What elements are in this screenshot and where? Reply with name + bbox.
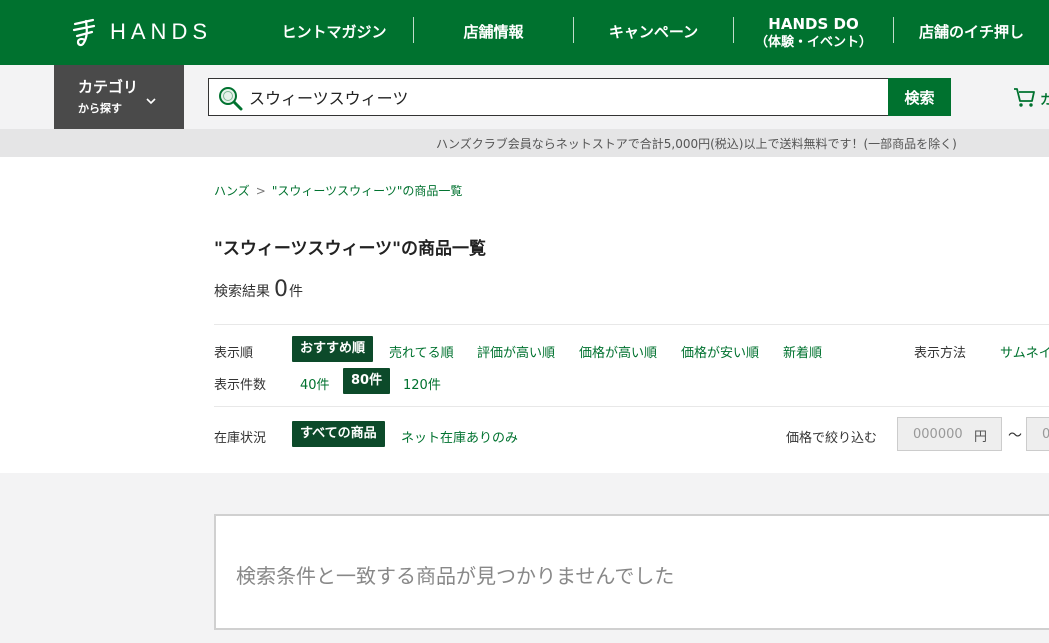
display-method-label: 表示方法 bbox=[914, 346, 967, 361]
sort-option-price-high[interactable]: 価格が高い順 bbox=[579, 342, 657, 361]
nav-sublabel: （体験・イベント） bbox=[754, 34, 872, 50]
search-row: カテゴリ から探す 検索 カ bbox=[0, 65, 1049, 129]
category-sublabel: から探す bbox=[78, 102, 122, 115]
stock-label: 在庫状況 bbox=[214, 431, 267, 446]
hands-logo-mark-icon bbox=[72, 18, 96, 47]
chevron-down-icon bbox=[146, 98, 156, 105]
divider bbox=[214, 324, 1049, 325]
search-icon bbox=[219, 87, 243, 111]
shipping-notice-bar: ハンズクラブ会員ならネットストアで合計5,000円(税込)以上で送料無料です！(… bbox=[0, 129, 1049, 157]
result-label: 検索結果 bbox=[214, 284, 270, 300]
nav-store-info[interactable]: 店舗情報 bbox=[414, 0, 573, 65]
site-header: HANDS ヒントマガジン 店舗情報 キャンペーン HANDS DO （体験・イ… bbox=[0, 0, 1049, 65]
logo-text: HANDS bbox=[110, 19, 213, 44]
nav-label: ヒントマガジン bbox=[281, 23, 387, 42]
no-results-message: 検索条件と一致する商品が見つかりませんでした bbox=[236, 564, 675, 588]
breadcrumb-current: "スウィーツスウィーツ"の商品一覧 bbox=[271, 184, 463, 198]
nav-label: 店舗情報 bbox=[463, 23, 524, 42]
per-page-40[interactable]: 40件 bbox=[300, 374, 330, 393]
price-range-tilde: 〜 bbox=[1008, 428, 1022, 444]
sort-option-newest[interactable]: 新着順 bbox=[783, 342, 822, 361]
stock-option-all[interactable]: すべての商品 bbox=[292, 421, 385, 447]
nav-store-recommend[interactable]: 店舗のイチ押し bbox=[894, 0, 1049, 65]
nav-label: 店舗のイチ押し bbox=[918, 23, 1024, 42]
price-min-input[interactable]: 000000 円 bbox=[897, 417, 1002, 451]
display-method-thumbnail[interactable]: サムネイ bbox=[1000, 342, 1049, 361]
search-box bbox=[208, 78, 888, 116]
nav-campaign[interactable]: キャンペーン bbox=[574, 0, 733, 65]
nav-label: キャンペーン bbox=[608, 23, 699, 42]
per-page-80[interactable]: 80件 bbox=[343, 368, 391, 394]
cart-label[interactable]: カ bbox=[1040, 89, 1049, 108]
price-max-placeholder: 0 bbox=[1042, 427, 1049, 442]
category-label: カテゴリ bbox=[78, 78, 139, 96]
breadcrumb-home-link[interactable]: ハンズ bbox=[214, 184, 250, 198]
nav-hands-do[interactable]: HANDS DO （体験・イベント） bbox=[734, 0, 893, 65]
breadcrumb: ハンズ > "スウィーツスウィーツ"の商品一覧 bbox=[214, 182, 462, 199]
sort-option-price-low[interactable]: 価格が安い順 bbox=[681, 342, 759, 361]
price-filter-label: 価格で絞り込む bbox=[786, 431, 878, 446]
hands-logo[interactable]: HANDS bbox=[72, 14, 212, 50]
sort-option-recommended[interactable]: おすすめ順 bbox=[292, 336, 374, 362]
page-title: "スウィーツスウィーツ"の商品一覧 bbox=[214, 239, 487, 259]
search-input[interactable] bbox=[249, 79, 879, 115]
divider bbox=[214, 406, 1049, 407]
sort-option-top-rated[interactable]: 評価が高い順 bbox=[477, 342, 555, 361]
sort-option-best-selling[interactable]: 売れてる順 bbox=[389, 342, 454, 361]
cart-icon[interactable] bbox=[1012, 85, 1036, 109]
price-unit: 円 bbox=[974, 430, 988, 445]
result-number: 0 bbox=[274, 277, 288, 302]
per-page-120[interactable]: 120件 bbox=[403, 374, 441, 393]
nav-label: HANDS DO bbox=[768, 14, 859, 33]
per-page-label: 表示件数 bbox=[214, 378, 267, 393]
nav-hint-magazine[interactable]: ヒントマガジン bbox=[270, 0, 398, 65]
result-unit: 件 bbox=[289, 284, 303, 300]
category-menu-button[interactable]: カテゴリ から探す bbox=[54, 65, 184, 129]
main-content: ハンズ > "スウィーツスウィーツ"の商品一覧 "スウィーツスウィーツ"の商品一覧 … bbox=[0, 157, 1049, 473]
stock-option-online-only[interactable]: ネット在庫ありのみ bbox=[401, 427, 518, 446]
no-results-box: 検索条件と一致する商品が見つかりませんでした bbox=[214, 514, 1049, 630]
result-count: 検索結果 0件 bbox=[214, 277, 303, 302]
search-button[interactable]: 検索 bbox=[888, 78, 951, 116]
price-min-placeholder: 000000 bbox=[913, 427, 963, 442]
sort-label: 表示順 bbox=[214, 346, 254, 361]
price-max-input[interactable]: 0 bbox=[1026, 417, 1049, 451]
shipping-notice-text: ハンズクラブ会員ならネットストアで合計5,000円(税込)以上で送料無料です！(… bbox=[436, 137, 957, 151]
breadcrumb-separator: > bbox=[255, 184, 266, 198]
